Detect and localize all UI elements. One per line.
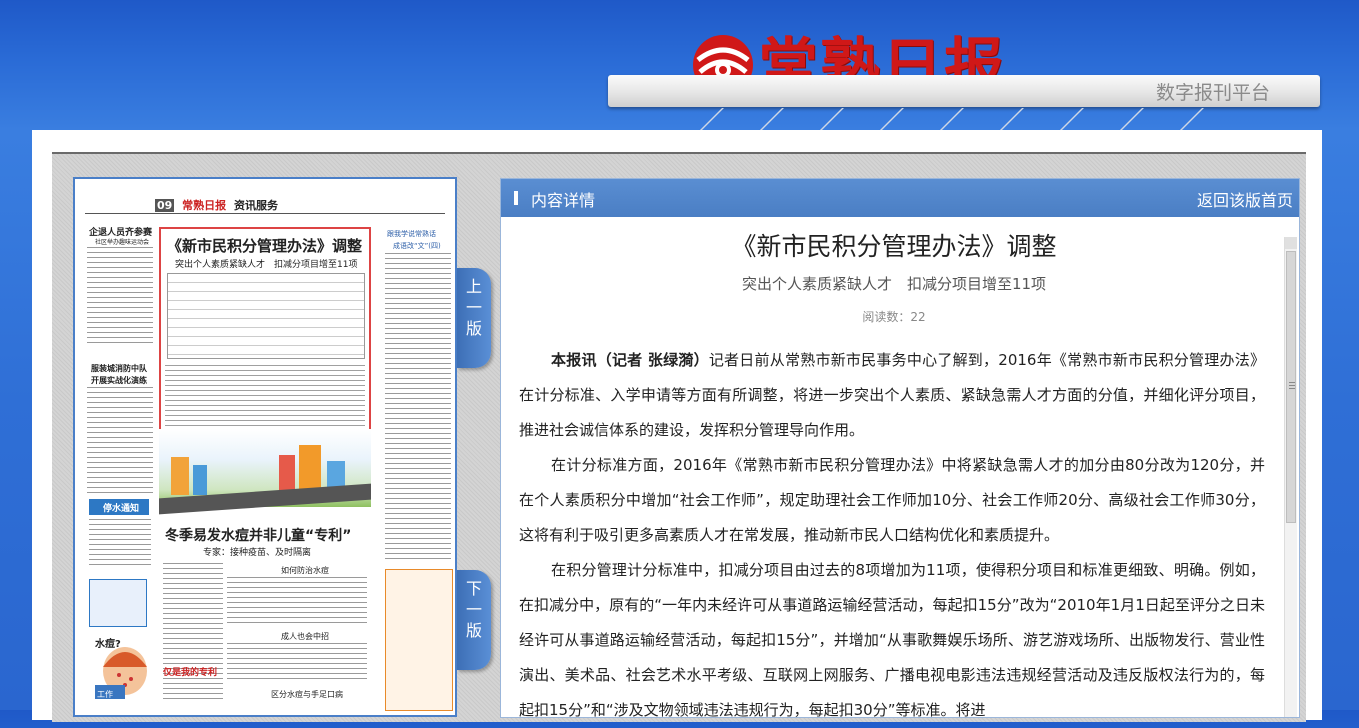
page-number: 09 bbox=[155, 199, 175, 212]
health-col-1 bbox=[163, 563, 223, 703]
bottom-tag: 仅是我的专利 bbox=[163, 668, 218, 678]
article-title: 《新市民积分管理办法》调整 bbox=[731, 232, 1057, 261]
city-illustration bbox=[159, 429, 371, 515]
masthead-rule bbox=[85, 213, 445, 214]
page-masthead: 09 常熟日报 资讯服务 bbox=[155, 197, 278, 213]
health-col-3 bbox=[227, 643, 367, 683]
scroll-up-arrow-icon[interactable] bbox=[1285, 237, 1297, 249]
next-page-button[interactable]: 下 一 版 bbox=[457, 570, 491, 670]
prev-page-button[interactable]: 上 一 版 bbox=[457, 268, 491, 368]
left-text-column bbox=[87, 247, 153, 347]
prev-page-label-1: 上 bbox=[465, 277, 482, 296]
next-page-label-3: 版 bbox=[465, 621, 482, 640]
health-subhead: 专家：接种疫苗、及时隔离 bbox=[203, 548, 312, 558]
newspaper-page[interactable]: 09 常熟日报 资讯服务 企退人员齐参赛 社区举办趣味运动会 服装城消防中队 开… bbox=[73, 177, 457, 717]
page-masthead-name: 常熟日报 bbox=[182, 199, 227, 212]
prev-page-label-2: 一 bbox=[465, 298, 482, 317]
main-subhead: 突出个人素质紧缺人才 扣减分项目增至11项 bbox=[175, 260, 358, 270]
panel-header: 内容详情 返回该版首页 bbox=[501, 179, 1299, 217]
scrollbar-thumb[interactable] bbox=[1286, 251, 1296, 523]
article-paragraph: 本报讯（记者 张绿漪）记者日前从常熟市新市民事务中心了解到，2016年《常熟市新… bbox=[519, 343, 1265, 448]
main-table bbox=[167, 273, 365, 359]
article-paragraph: 在积分管理计分标准中，扣减分项目由过去的8项增加为11项，使得积分项目和标准更细… bbox=[519, 561, 1265, 719]
decorative-stripes bbox=[698, 108, 1300, 132]
next-page-label-2: 一 bbox=[465, 600, 482, 619]
panel-title: 内容详情 bbox=[531, 191, 596, 210]
left-subhead-2: 开展实战化演练 bbox=[91, 376, 147, 385]
article-subtitle: 突出个人素质紧缺人才 扣减分项目增至11项 bbox=[741, 275, 1047, 293]
notice-label[interactable]: 停水通知 bbox=[103, 501, 139, 514]
box-title-2: 成人也会中招 bbox=[281, 632, 329, 641]
back-to-page-link[interactable]: 返回该版首页 bbox=[1197, 187, 1293, 211]
right-top-label[interactable]: 跟我学说常熟话 bbox=[387, 229, 436, 239]
left-headline-2[interactable]: 服装城消防中队 bbox=[91, 363, 147, 374]
next-page-label-1: 下 bbox=[465, 579, 482, 598]
right-column-title: 成语改“文”(四) bbox=[393, 242, 441, 250]
health-col-2 bbox=[227, 577, 367, 625]
health-headline[interactable]: 冬季易发水痘并非儿童“专利” bbox=[165, 525, 351, 545]
page-section: 资讯服务 bbox=[234, 199, 278, 212]
left-text-column-2 bbox=[87, 387, 153, 493]
notice-text bbox=[89, 519, 151, 569]
right-text-column bbox=[385, 253, 451, 563]
platform-label: 数字报刊平台 bbox=[1155, 82, 1270, 104]
left-subhead: 社区举办趣味运动会 bbox=[95, 239, 150, 246]
read-count: 阅读数：22 bbox=[862, 310, 926, 324]
panel-header-marker bbox=[514, 191, 518, 205]
box-title-3: 区分水痘与手足口病 bbox=[271, 690, 343, 699]
content-detail-panel: 内容详情 返回该版首页 《新市民积分管理办法》调整 突出个人素质紧缺人才 扣减分… bbox=[500, 178, 1300, 719]
right-ad-box bbox=[385, 569, 453, 711]
article-lead: 本报讯（记者 张绿漪） bbox=[551, 351, 709, 369]
prev-page-label-3: 版 bbox=[465, 319, 482, 338]
platform-banner: 数字报刊平台 bbox=[608, 75, 1320, 107]
vertical-scrollbar[interactable] bbox=[1284, 237, 1297, 717]
cartoon-word: 水痘? bbox=[95, 639, 121, 650]
article-paragraph: 在计分标准方面，2016年《常熟市新市民积分管理办法》中将紧缺急需人才的加分由8… bbox=[519, 456, 1265, 544]
article-body: 本报讯（记者 张绿漪）记者日前从常熟市新市民事务中心了解到，2016年《常熟市新… bbox=[519, 343, 1265, 728]
ad-box bbox=[89, 579, 147, 627]
box-title-1: 如何防治水痘 bbox=[281, 566, 329, 575]
main-text-column bbox=[165, 365, 365, 427]
main-headline[interactable]: 《新市民积分管理办法》调整 bbox=[167, 235, 362, 256]
cartoon-label: 工作 bbox=[97, 690, 113, 699]
